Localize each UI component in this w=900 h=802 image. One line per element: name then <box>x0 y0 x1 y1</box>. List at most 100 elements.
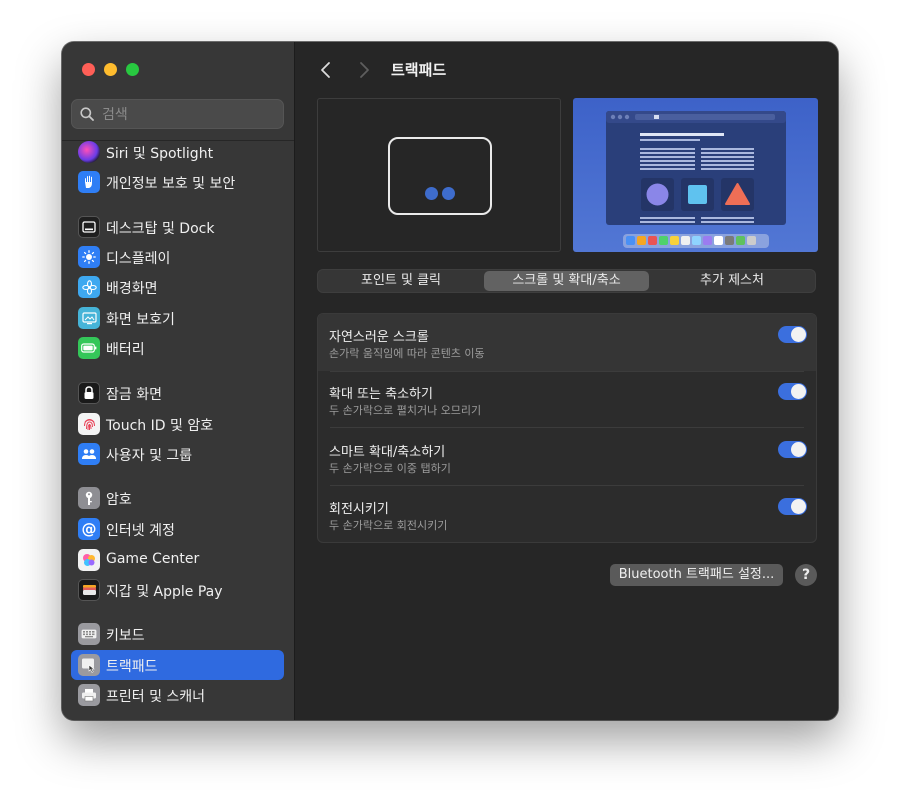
gesture-tab-control: 포인트 및 클릭 스크롤 및 확대/축소 추가 제스처 <box>317 269 816 293</box>
row-separator <box>330 427 804 428</box>
sidebar-item-label: 프린터 및 스캐너 <box>106 689 206 705</box>
setting-title: 스마트 확대/축소하기 <box>329 445 446 460</box>
toggle-knob <box>791 327 806 342</box>
sidebar-item-touch-id[interactable]: Touch ID 및 암호 <box>71 409 284 439</box>
search-field[interactable] <box>71 99 284 129</box>
sidebar-item-label: 암호 <box>106 492 132 508</box>
setting-row-smart-zoom: 스마트 확대/축소하기 두 손가락으로 이중 탭하기 <box>318 429 816 486</box>
chevron-right-icon <box>360 62 369 78</box>
keyboard-icon <box>78 623 100 645</box>
natural-scroll-toggle[interactable] <box>778 326 807 343</box>
key-icon <box>78 487 100 509</box>
sidebar-item-label: 화면 보호기 <box>106 312 175 328</box>
sidebar-item-label: 디스플레이 <box>106 251 171 267</box>
setting-subtitle: 손가락 움직임에 따라 콘텐츠 이동 <box>329 347 485 360</box>
setting-row-natural-scroll: 자연스러운 스크롤 손가락 움직임에 따라 콘텐츠 이동 <box>318 314 816 371</box>
sidebar-item-label: 배경화면 <box>106 281 158 297</box>
lock-icon <box>78 382 100 404</box>
sidebar-item-label: 데스크탑 및 Dock <box>106 221 215 237</box>
fingerprint-icon <box>78 413 100 435</box>
finger-dot <box>425 187 438 200</box>
sidebar-item-users-groups[interactable]: 사용자 및 그룹 <box>71 439 284 469</box>
sidebar-item-wallpaper[interactable]: 배경화면 <box>71 272 284 302</box>
row-separator <box>330 371 804 372</box>
wallet-icon <box>78 579 100 601</box>
tab-point-click[interactable]: 포인트 및 클릭 <box>319 271 483 291</box>
sidebar-item-label: 키보드 <box>106 628 145 644</box>
help-button[interactable]: ? <box>795 564 817 586</box>
finger-dot <box>442 187 455 200</box>
siri-icon <box>78 141 100 163</box>
battery-icon <box>78 337 100 359</box>
sidebar-item-label: 배터리 <box>106 342 145 358</box>
toggle-knob <box>791 442 806 457</box>
sidebar: Siri 및 Spotlight 개인정보 보호 및 보안 데스크탑 및 Doc… <box>62 42 295 720</box>
sidebar-item-label: Touch ID 및 암호 <box>106 418 214 434</box>
sidebar-item-label: Game Center <box>106 551 200 567</box>
bluetooth-trackpad-setup-button[interactable]: Bluetooth 트랙패드 설정... <box>610 564 783 586</box>
sidebar-item-label: 사용자 및 그룹 <box>106 448 193 464</box>
search-icon <box>80 107 94 121</box>
trackpad-icon <box>78 654 100 676</box>
screen-preview-image <box>573 98 818 252</box>
forward-button[interactable] <box>353 59 375 81</box>
rotate-toggle[interactable] <box>778 498 807 515</box>
trackpad-illustration <box>388 137 492 215</box>
chevron-left-icon <box>321 62 330 78</box>
zoom-toggle[interactable] <box>778 383 807 400</box>
setting-title: 자연스러운 스크롤 <box>329 330 429 345</box>
sidebar-item-passwords[interactable]: 암호 <box>71 483 284 513</box>
hand-icon <box>78 171 100 193</box>
desktop-preview-illustration <box>606 111 786 248</box>
tab-more-gestures[interactable]: 추가 제스처 <box>650 271 814 291</box>
printer-icon <box>78 684 100 706</box>
sidebar-item-internet-accounts[interactable]: @ 인터넷 계정 <box>71 514 284 544</box>
trackpad-gesture-preview <box>317 98 561 252</box>
back-button[interactable] <box>315 59 337 81</box>
setting-title: 회전시키기 <box>329 502 389 517</box>
smart-zoom-toggle[interactable] <box>778 441 807 458</box>
setting-title: 확대 또는 축소하기 <box>329 387 433 402</box>
flower-icon <box>78 276 100 298</box>
sidebar-item-wallet[interactable]: 지갑 및 Apple Pay <box>71 575 284 605</box>
sidebar-item-battery[interactable]: 배터리 <box>71 333 284 363</box>
dock-icon <box>78 216 100 238</box>
settings-window: Siri 및 Spotlight 개인정보 보호 및 보안 데스크탑 및 Doc… <box>62 42 838 720</box>
sidebar-item-game-center[interactable]: Game Center <box>71 545 284 575</box>
setting-subtitle: 두 손가락으로 회전시키기 <box>329 519 448 532</box>
game-center-icon <box>78 549 100 571</box>
sidebar-item-label: Siri 및 Spotlight <box>106 146 214 162</box>
setting-row-rotate: 회전시키기 두 손가락으로 회전시키기 <box>318 486 816 542</box>
sidebar-item-privacy[interactable]: 개인정보 보호 및 보안 <box>71 167 284 197</box>
sidebar-item-screensaver[interactable]: 화면 보호기 <box>71 303 284 333</box>
sidebar-item-trackpad[interactable]: 트랙패드 <box>71 650 284 680</box>
sidebar-item-display[interactable]: 디스플레이 <box>71 242 284 272</box>
sidebar-item-label: 지갑 및 Apple Pay <box>106 584 223 600</box>
sidebar-item-label: 잠금 화면 <box>106 387 162 403</box>
main-pane: 트랙패드 포인트 및 클릭 스크롤 및 확대/축소 추가 제스처 자연스러운 스… <box>295 42 838 720</box>
search-input[interactable] <box>100 104 279 126</box>
at-icon: @ <box>78 518 100 540</box>
close-button[interactable] <box>82 63 95 76</box>
sidebar-item-desktop-dock[interactable]: 데스크탑 및 Dock <box>71 212 284 242</box>
toggle-knob <box>791 499 806 514</box>
setting-row-zoom: 확대 또는 축소하기 두 손가락으로 펼치거나 오므리기 <box>318 371 816 428</box>
sidebar-item-label: 인터넷 계정 <box>106 523 175 539</box>
sidebar-item-siri-spotlight[interactable]: Siri 및 Spotlight <box>71 137 284 167</box>
tab-scroll-zoom[interactable]: 스크롤 및 확대/축소 <box>484 271 649 291</box>
page-title: 트랙패드 <box>391 61 447 79</box>
minimize-button[interactable] <box>104 63 117 76</box>
sidebar-item-lock-screen[interactable]: 잠금 화면 <box>71 378 284 408</box>
sidebar-item-printers[interactable]: 프린터 및 스캐너 <box>71 680 284 710</box>
sun-icon <box>78 246 100 268</box>
setting-subtitle: 두 손가락으로 이중 탭하기 <box>329 462 451 475</box>
sidebar-item-label: 개인정보 보호 및 보안 <box>106 176 236 192</box>
screensaver-icon <box>78 307 100 329</box>
sidebar-item-keyboard[interactable]: 키보드 <box>71 619 284 649</box>
setting-subtitle: 두 손가락으로 펼치거나 오므리기 <box>329 404 482 417</box>
users-icon <box>78 443 100 465</box>
toggle-knob <box>791 384 806 399</box>
zoom-button[interactable] <box>126 63 139 76</box>
settings-list: 자연스러운 스크롤 손가락 움직임에 따라 콘텐츠 이동 확대 또는 축소하기 … <box>317 313 817 543</box>
sidebar-item-label: 트랙패드 <box>106 659 158 675</box>
